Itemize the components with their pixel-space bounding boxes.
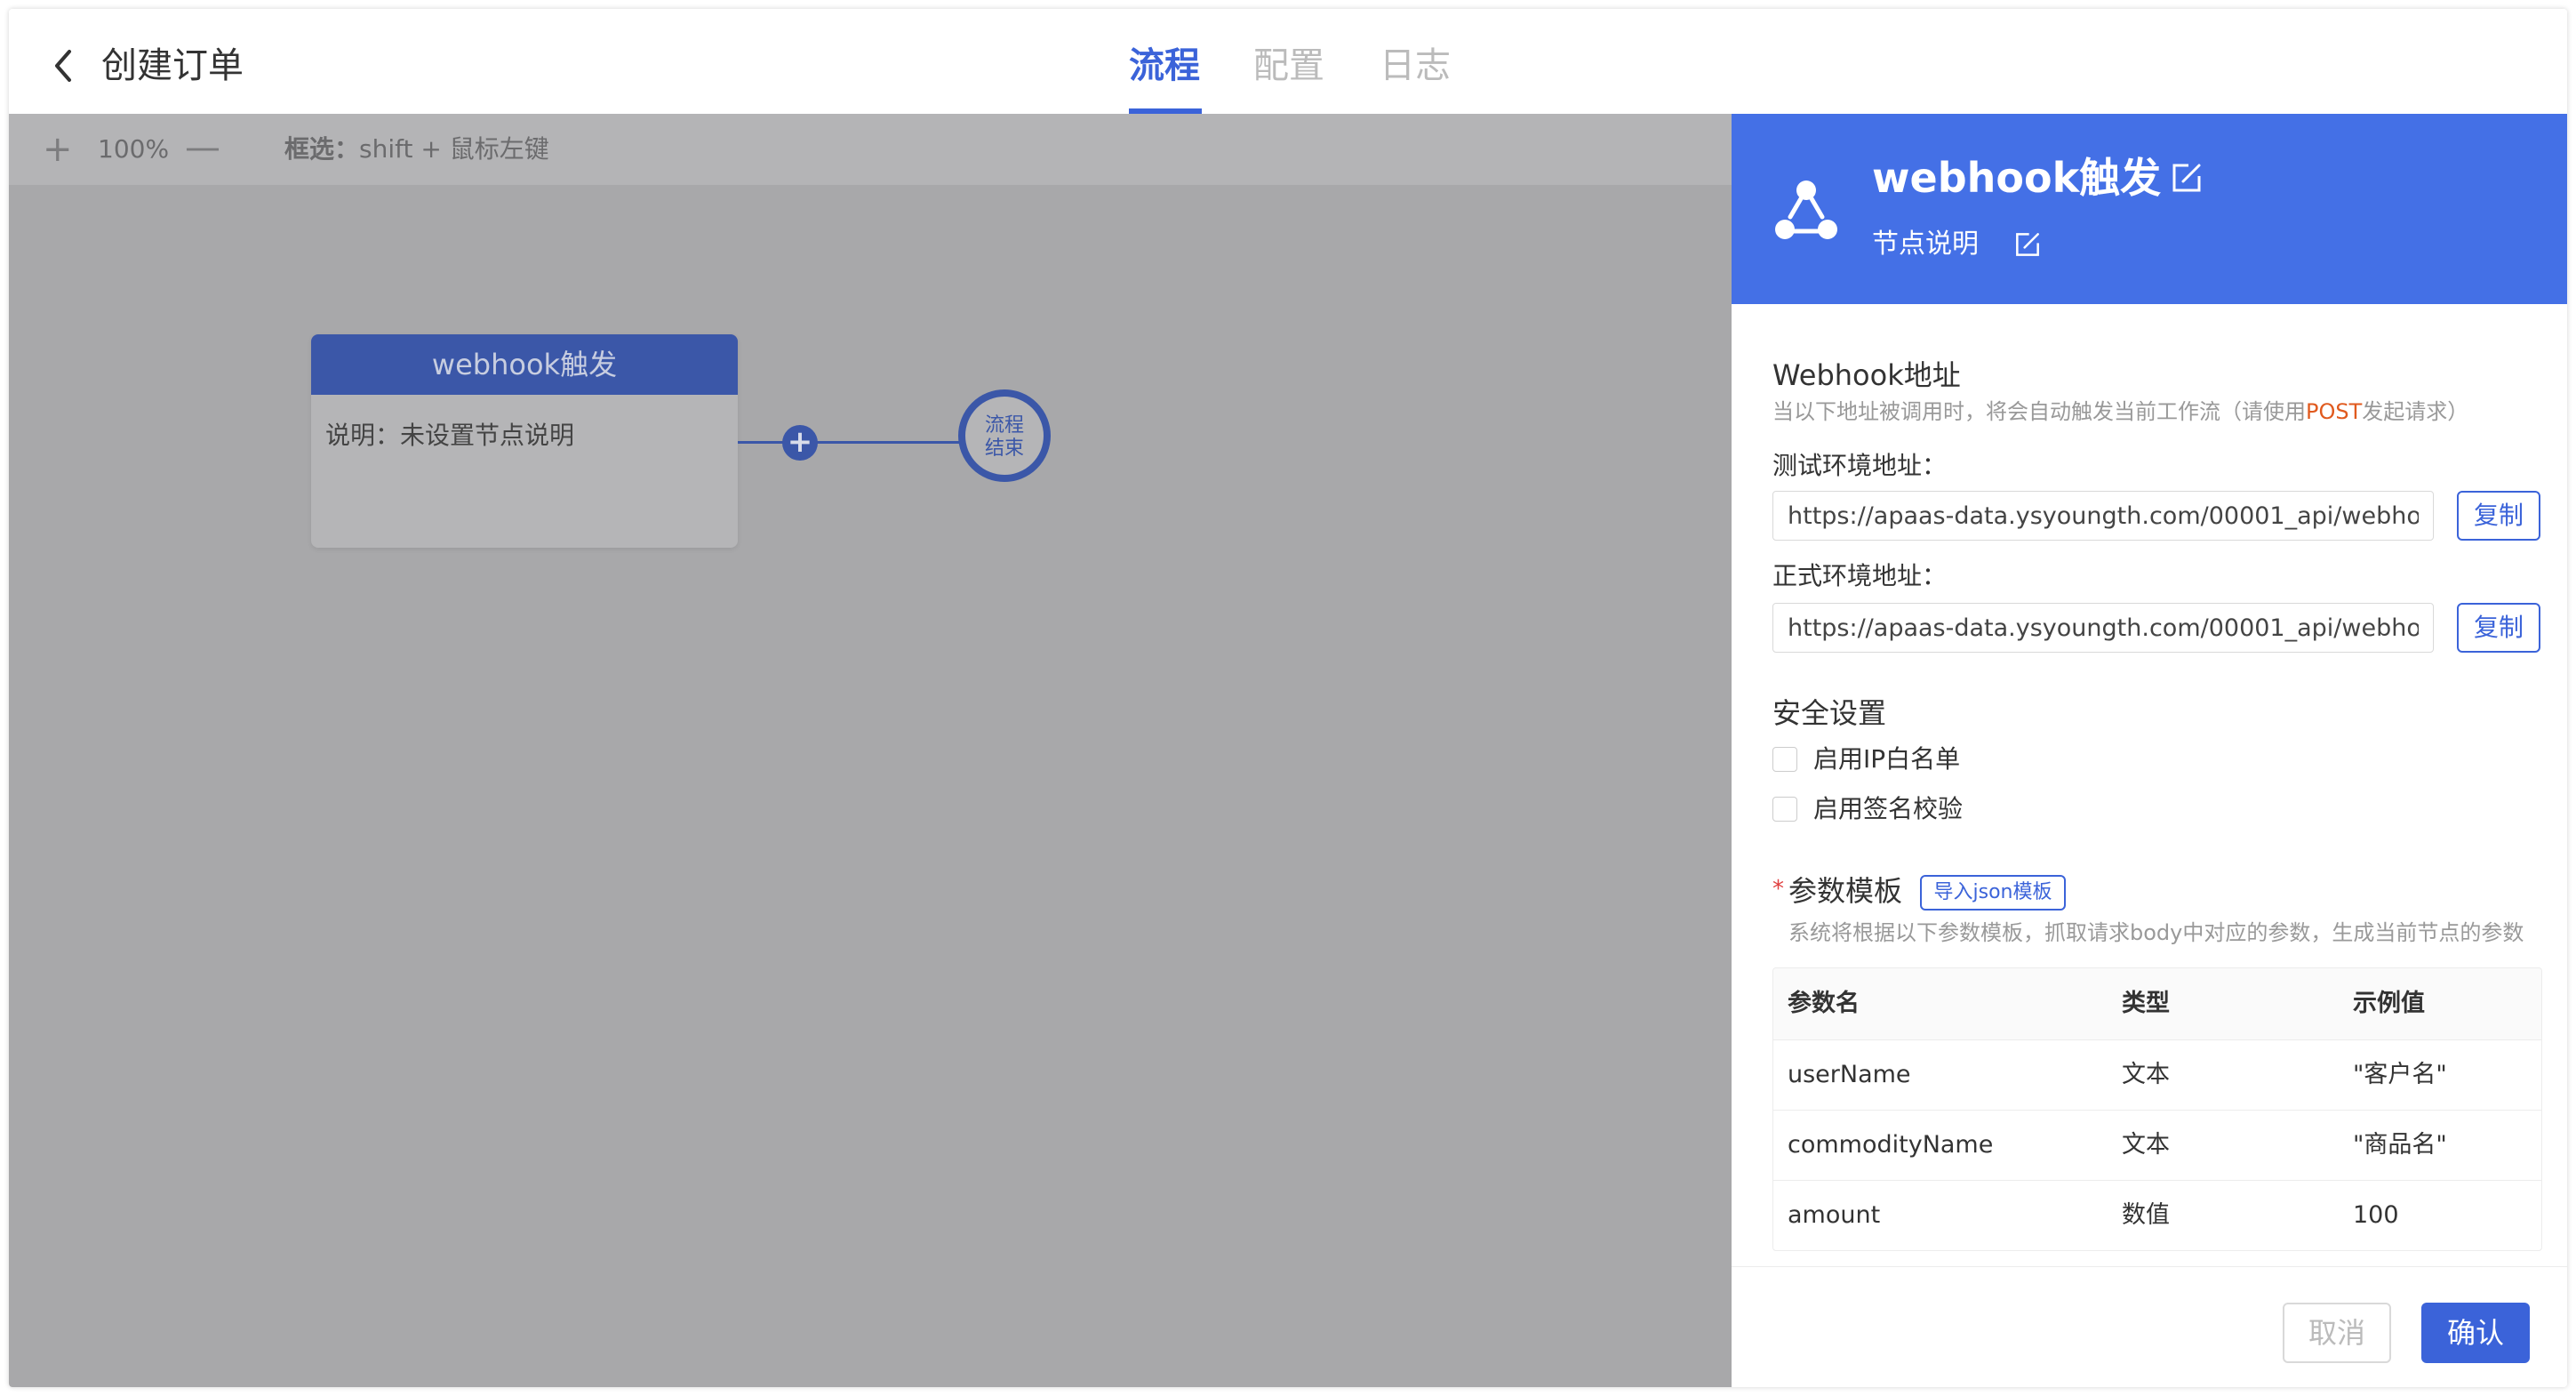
- import-json-button[interactable]: 导入json模板: [1920, 875, 2066, 911]
- tab-flow[interactable]: 流程: [1129, 41, 1200, 91]
- params-section-desc: 系统将根据以下参数模板，抓取请求body中对应的参数，生成当前节点的参数: [1788, 920, 2524, 945]
- param-type-cell: 数值: [2122, 1201, 2170, 1229]
- flow-end-node: 流程 结束: [958, 389, 1051, 482]
- confirm-button[interactable]: 确认: [2421, 1303, 2530, 1363]
- param-type-cell: 文本: [2122, 1061, 2170, 1088]
- top-header: 创建订单 流程 配置 日志: [9, 9, 2567, 115]
- param-example-cell: "客户名": [2353, 1061, 2447, 1088]
- webhook-section-title: Webhook地址: [1772, 358, 1961, 392]
- node-desc-value: 未设置节点说明: [400, 421, 575, 450]
- copy-test-url-button[interactable]: 复制: [2457, 491, 2540, 541]
- panel-header: webhook触发 节点说明: [1732, 114, 2567, 304]
- selection-hint-text: shift + 鼠标左键: [359, 134, 549, 164]
- selection-hint-label: 框选：: [284, 134, 360, 164]
- flow-canvas[interactable]: + 100% — 框选：shift + 鼠标左键 webhook触发 说明：未设…: [9, 114, 1732, 1387]
- tab-log[interactable]: 日志: [1380, 41, 1451, 91]
- table-row[interactable]: amount 数值 100: [1773, 1180, 2541, 1250]
- node-description: 说明：未设置节点说明: [311, 395, 738, 477]
- param-table: 参数名 类型 示例值 userName 文本 "客户名" commodityNa…: [1772, 967, 2542, 1251]
- webhook-section-desc: 当以下地址被调用时，将会自动触发当前工作流（请使用POST发起请求）: [1772, 397, 2468, 427]
- security-section-title: 安全设置: [1772, 696, 1887, 730]
- node-config-panel: webhook触发 节点说明 Webhook地址 当以下地址被调用时，将会自动触…: [1732, 114, 2567, 1387]
- test-url-label: 测试环境地址：: [1772, 451, 1948, 480]
- panel-footer: 取消 确认: [1732, 1266, 2567, 1387]
- ip-whitelist-checkbox[interactable]: [1772, 747, 1797, 772]
- app-window: 创建订单 流程 配置 日志 + 100% — 框选：shift + 鼠标左键 w…: [9, 9, 2567, 1387]
- table-row[interactable]: userName 文本 "客户名": [1773, 1039, 2541, 1110]
- add-node-button[interactable]: +: [782, 425, 818, 461]
- prod-url-field[interactable]: [1772, 603, 2434, 653]
- node-title: webhook触发: [311, 334, 738, 395]
- webhook-desc-prefix: 当以下地址被调用时，将会自动触发当前工作流（请使用: [1772, 399, 2306, 424]
- panel-title: webhook触发: [1872, 154, 2162, 202]
- ip-whitelist-label: 启用IP白名单: [1813, 744, 1961, 774]
- end-node-line1: 流程: [984, 414, 1024, 437]
- selection-hint: 框选：shift + 鼠标左键: [284, 133, 549, 165]
- copy-prod-url-button[interactable]: 复制: [2457, 603, 2540, 653]
- edit-description-icon[interactable]: [2014, 231, 2041, 258]
- panel-subtitle: 节点说明: [1872, 229, 1979, 260]
- column-header-example: 示例值: [2353, 990, 2425, 1017]
- node-desc-label: 说明：: [325, 421, 401, 450]
- param-name-cell: commodityName: [1788, 1131, 1994, 1159]
- params-section-title: 参数模板: [1788, 874, 1903, 908]
- webhook-desc-suffix: 发起请求）: [2362, 399, 2469, 424]
- signature-check-label: 启用签名校验: [1813, 794, 1964, 823]
- connector-line: [738, 441, 969, 444]
- end-node-line2: 结束: [984, 437, 1024, 460]
- param-example-cell: 100: [2353, 1201, 2399, 1229]
- column-header-name: 参数名: [1788, 990, 1860, 1017]
- column-header-type: 类型: [2122, 990, 2170, 1017]
- test-url-field[interactable]: [1772, 491, 2434, 541]
- required-mark: *: [1772, 876, 1784, 903]
- tab-config[interactable]: 配置: [1253, 41, 1324, 91]
- webhook-desc-method: POST: [2306, 399, 2363, 424]
- prod-url-label: 正式环境地址：: [1772, 561, 1948, 590]
- param-example-cell: "商品名": [2353, 1131, 2447, 1159]
- param-name-cell: userName: [1788, 1061, 1911, 1088]
- cancel-button[interactable]: 取消: [2283, 1303, 2391, 1363]
- param-name-cell: amount: [1788, 1201, 1881, 1229]
- zoom-out-icon[interactable]: —: [185, 130, 220, 165]
- zoom-level: 100%: [98, 134, 170, 164]
- webhook-icon: [1775, 181, 1837, 239]
- back-arrow-icon[interactable]: [50, 48, 76, 84]
- table-header-row: 参数名 类型 示例值: [1773, 968, 2541, 1039]
- canvas-toolbar: + 100% — 框选：shift + 鼠标左键: [9, 114, 1732, 185]
- edit-title-icon[interactable]: [2171, 162, 2203, 194]
- table-row[interactable]: commodityName 文本 "商品名": [1773, 1110, 2541, 1180]
- page-title: 创建订单: [101, 45, 244, 86]
- signature-check-checkbox[interactable]: [1772, 797, 1797, 822]
- webhook-trigger-node[interactable]: webhook触发 说明：未设置节点说明: [311, 334, 738, 548]
- param-type-cell: 文本: [2122, 1131, 2170, 1159]
- zoom-in-icon[interactable]: +: [43, 132, 73, 167]
